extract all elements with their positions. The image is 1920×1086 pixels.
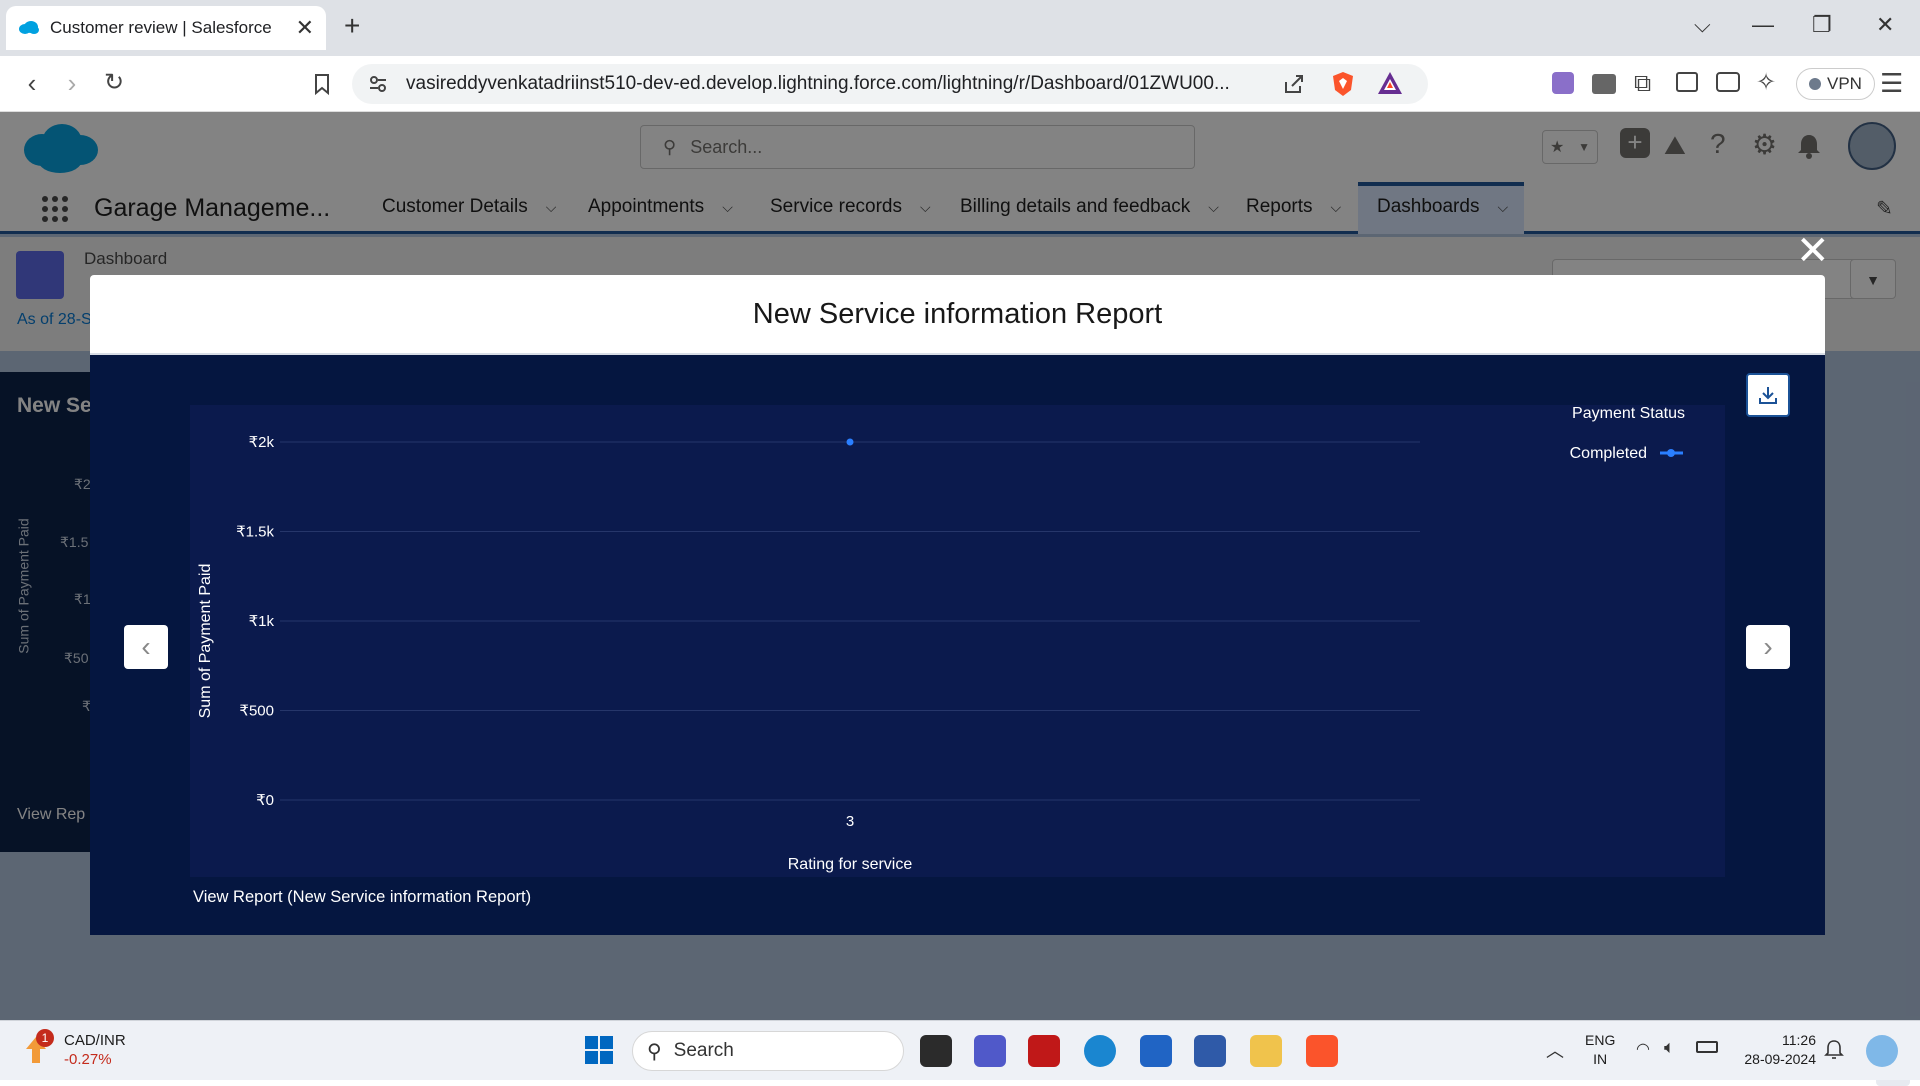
store-icon[interactable] (1140, 1035, 1172, 1067)
browser-toolbar: ‹ › ↻ vasireddyvenkatadriinst510-dev-ed.… (0, 56, 1920, 112)
new-tab-button[interactable]: + (344, 12, 360, 40)
share-icon[interactable] (1282, 72, 1306, 96)
extension-icon[interactable] (1552, 72, 1574, 94)
browser-tab[interactable]: Customer review | Salesforce ✕ (6, 6, 326, 50)
legend-title: Payment Status (1572, 405, 1685, 422)
bookmark-icon[interactable] (308, 70, 336, 98)
view-report-link[interactable]: View Report (New Service information Rep… (193, 888, 531, 907)
date: 28-09-2024 (1744, 1051, 1816, 1067)
taskbar-search[interactable]: ⚲ Search (632, 1031, 904, 1071)
chevron-right-icon: › (1763, 631, 1773, 662)
reload-icon[interactable]: ↻ (100, 70, 128, 98)
salesforce-cloud-icon (19, 21, 39, 34)
restore-icon[interactable]: ❐ (1812, 12, 1832, 38)
legend-marker (1667, 449, 1675, 457)
vpn-label: VPN (1827, 74, 1862, 93)
brave-shield-icon[interactable] (1330, 70, 1356, 98)
address-bar[interactable]: vasireddyvenkatadriinst510-dev-ed.develo… (352, 64, 1428, 104)
sidebar-icon[interactable] (1676, 72, 1698, 92)
edge-icon[interactable] (1084, 1035, 1116, 1067)
weather-ticker-icon: 1 (22, 1029, 54, 1067)
download-icon (1759, 387, 1777, 404)
y-axis-label: Sum of Payment Paid (197, 564, 214, 719)
menu-icon[interactable]: ☰ (1880, 68, 1903, 99)
vpn-status-icon (1809, 78, 1821, 90)
media-icon[interactable] (1592, 74, 1616, 94)
url-text: vasireddyvenkatadriinst510-dev-ed.develo… (406, 73, 1230, 94)
task-view-icon[interactable] (920, 1035, 952, 1067)
y-tick-label: ₹0 (256, 792, 274, 809)
chevron-left-icon: ‹ (141, 631, 151, 662)
download-button[interactable] (1746, 373, 1790, 417)
show-hidden-icons-chevron[interactable]: ︿ (1546, 1037, 1564, 1063)
y-tick-label: ₹1.5k (236, 524, 274, 541)
modal-header: New Service information Report (90, 275, 1825, 355)
modal-title: New Service information Report (752, 297, 1163, 330)
notification-badge: 1 (36, 1029, 54, 1047)
brave-rewards-icon[interactable] (1376, 70, 1404, 96)
x-tick-label: 3 (846, 813, 854, 830)
time: 11:26 (1782, 1032, 1816, 1048)
teams-icon[interactable] (974, 1035, 1006, 1067)
legend-label: Completed (1570, 445, 1647, 462)
lang-bottom: IN (1593, 1051, 1608, 1067)
data-point (846, 438, 854, 446)
chart-container: ₹0 ₹500 ₹1k ₹1.5k ₹2k 3 Rating for service Sum … (190, 405, 1725, 877)
modal-close-icon[interactable]: ✕ (1796, 231, 1830, 271)
input-language[interactable]: ENG IN (1585, 1031, 1615, 1069)
x-axis-label: Rating for service (788, 856, 913, 873)
minimize-icon[interactable]: — (1752, 12, 1774, 38)
ticker-change: -0.27% (64, 1051, 112, 1068)
modal-body: ‹ › ₹0 ₹500 ₹1k ₹1.5k ₹2k 3 Rating for service… (90, 355, 1825, 935)
battery-icon[interactable] (1696, 1041, 1718, 1053)
brave-taskbar-icon[interactable] (1306, 1035, 1338, 1067)
windows-taskbar: 1 CAD/INR -0.27% ⚲ Search ︿ ENG IN ◠ 🔈︎ … (0, 1020, 1920, 1080)
browser-tab-bar: Customer review | Salesforce ✕ + ⌵ — ❐ ✕ (0, 0, 1920, 56)
volume-icon[interactable]: 🔈︎ (1664, 1037, 1675, 1058)
close-tab-icon[interactable]: ✕ (296, 15, 314, 41)
ticker-name: CAD/INR (64, 1032, 126, 1049)
y-tick-label: ₹500 (239, 703, 274, 720)
forward-icon[interactable]: › (58, 70, 86, 98)
wifi-icon[interactable]: ◠ (1636, 1039, 1650, 1059)
taskbar-search-label: Search (673, 1040, 734, 1061)
y-tick-label: ₹2k (249, 434, 275, 451)
vpn-button[interactable]: VPN (1796, 68, 1875, 100)
back-icon[interactable]: ‹ (18, 70, 46, 98)
windows-start-icon[interactable] (584, 1035, 614, 1065)
next-chart-button[interactable]: › (1746, 625, 1790, 669)
search-icon: ⚲ (647, 1040, 662, 1063)
site-settings-icon[interactable] (368, 74, 388, 94)
close-window-icon[interactable]: ✕ (1876, 12, 1894, 38)
file-explorer-icon[interactable] (1250, 1035, 1282, 1067)
copilot-icon[interactable] (1866, 1035, 1898, 1067)
line-chart: ₹0 ₹500 ₹1k ₹1.5k ₹2k 3 Rating for service Sum … (197, 405, 1685, 873)
mcafee-icon[interactable] (1028, 1035, 1060, 1067)
leo-ai-icon[interactable]: ✧ (1756, 68, 1776, 97)
tab-search-chevron-icon[interactable]: ⌵ (1694, 12, 1711, 38)
notifications-bell-icon[interactable] (1824, 1039, 1844, 1061)
wallet-icon[interactable] (1716, 72, 1740, 92)
extensions-puzzle-icon[interactable]: ⧉ (1634, 70, 1651, 98)
clock[interactable]: 11:26 28-09-2024 (1734, 1031, 1816, 1069)
tab-title: Customer review | Salesforce (50, 18, 272, 37)
lang-top: ENG (1585, 1032, 1616, 1048)
y-tick-label: ₹1k (249, 613, 275, 630)
salesforce-page: ⚲ Search... ★▼ + ⛰ ? ⚙ Garage Manageme..… (0, 112, 1920, 1086)
stock-widget[interactable]: 1 CAD/INR -0.27% (22, 1029, 126, 1069)
powershell-icon[interactable] (1194, 1035, 1226, 1067)
previous-chart-button[interactable]: ‹ (124, 625, 168, 669)
